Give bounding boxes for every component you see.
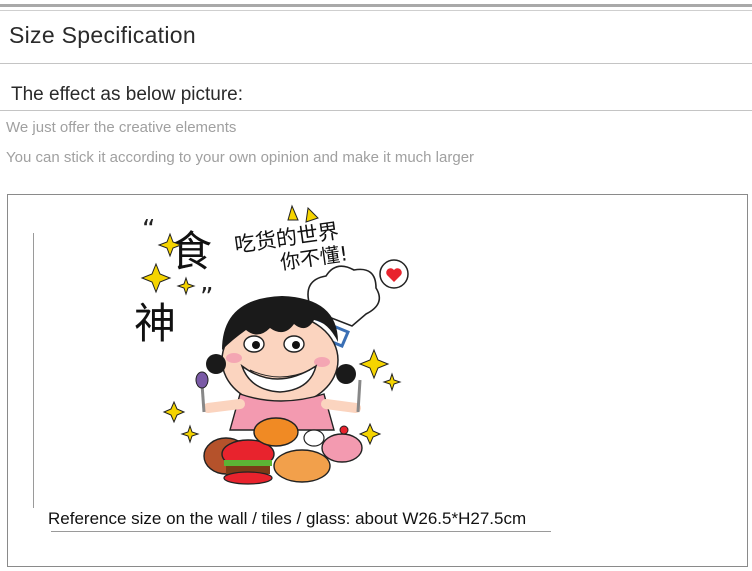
big-char-god: 神	[134, 299, 176, 348]
burger-lettuce	[224, 460, 272, 466]
big-char-food: 食	[170, 227, 212, 276]
cupcake-icon	[321, 433, 363, 463]
star-icon	[358, 348, 390, 380]
bread-icon	[273, 449, 331, 483]
star-icon	[358, 422, 382, 446]
effect-subtitle: The effect as below picture:	[11, 84, 243, 105]
quote-open-mark: “	[142, 215, 155, 245]
note-stick-larger: You can stick it according to your own o…	[6, 149, 475, 166]
fork-icon	[356, 379, 362, 413]
star-icon	[162, 400, 186, 424]
star-icon	[382, 372, 402, 392]
title-divider	[0, 63, 752, 64]
preview-guide-line	[33, 233, 34, 508]
subtitle-divider	[0, 110, 752, 111]
spoon-icon	[195, 371, 209, 389]
pigtail-right	[336, 364, 356, 384]
burger-bottom	[223, 471, 273, 485]
pastry-icon	[253, 417, 299, 447]
arm-right	[321, 399, 361, 413]
cherry-icon	[339, 425, 349, 435]
reference-size-text: Reference size on the wall / tiles / gla…	[48, 509, 527, 528]
spark-icon	[305, 206, 319, 223]
top-divider-thick	[0, 4, 752, 7]
section-title: Size Specification	[9, 22, 196, 48]
reference-underline	[51, 531, 551, 532]
star-icon	[140, 262, 172, 294]
star-icon	[176, 276, 196, 296]
pigtail-left	[206, 354, 226, 374]
cheek-left	[226, 353, 242, 363]
cream-icon	[303, 429, 325, 447]
spark-icon	[287, 204, 299, 221]
top-divider-thin	[0, 10, 752, 11]
arm-left	[203, 399, 245, 413]
star-icon	[180, 424, 200, 444]
quote-close-mark: ”	[200, 283, 213, 313]
sticker-illustration: “ 食 神 ” 吃货的世界 你不懂!	[134, 204, 409, 485]
note-creative-elements: We just offer the creative elements	[6, 119, 237, 136]
